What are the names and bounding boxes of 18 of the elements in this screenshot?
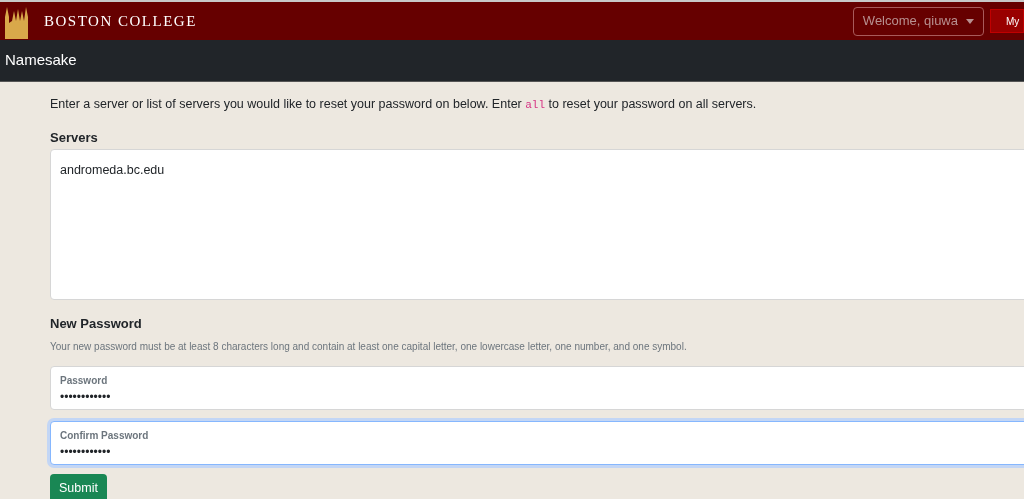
field-label: Password [60, 373, 108, 388]
logo-text: BOSTON COLLEGE [44, 11, 197, 31]
servers-textarea[interactable]: andromeda.bc.edu [50, 149, 1024, 301]
submit-button[interactable]: Submit [50, 473, 107, 499]
field-label: Confirm Password [60, 428, 149, 443]
servers-label: Servers [50, 128, 98, 147]
app-title[interactable]: Namesake [5, 49, 77, 72]
masked-password: •••••••••••• [60, 443, 111, 460]
user-menu-button[interactable]: Welcome, qiuwa [852, 6, 984, 36]
password-help-text: Your new password must be at least 8 characters long and contain at least one capital letter, one lowercase letter, one number, and one symbol. [50, 339, 687, 354]
cut-off-button[interactable]: My [990, 9, 1024, 33]
instructions-text: Enter a server or list of servers you would like to reset your password on below. Enter all to reset your password on all servers. [50, 96, 758, 113]
password-field[interactable]: Confirm Password •••••••••••• [50, 420, 1024, 465]
caret-icon [966, 18, 974, 24]
masked-password: •••••••••••• [60, 388, 111, 405]
password-field[interactable]: Password •••••••••••• [50, 365, 1024, 410]
server-entry: andromeda.bc.edu [60, 163, 165, 178]
new-password-heading: New Password [50, 315, 142, 334]
